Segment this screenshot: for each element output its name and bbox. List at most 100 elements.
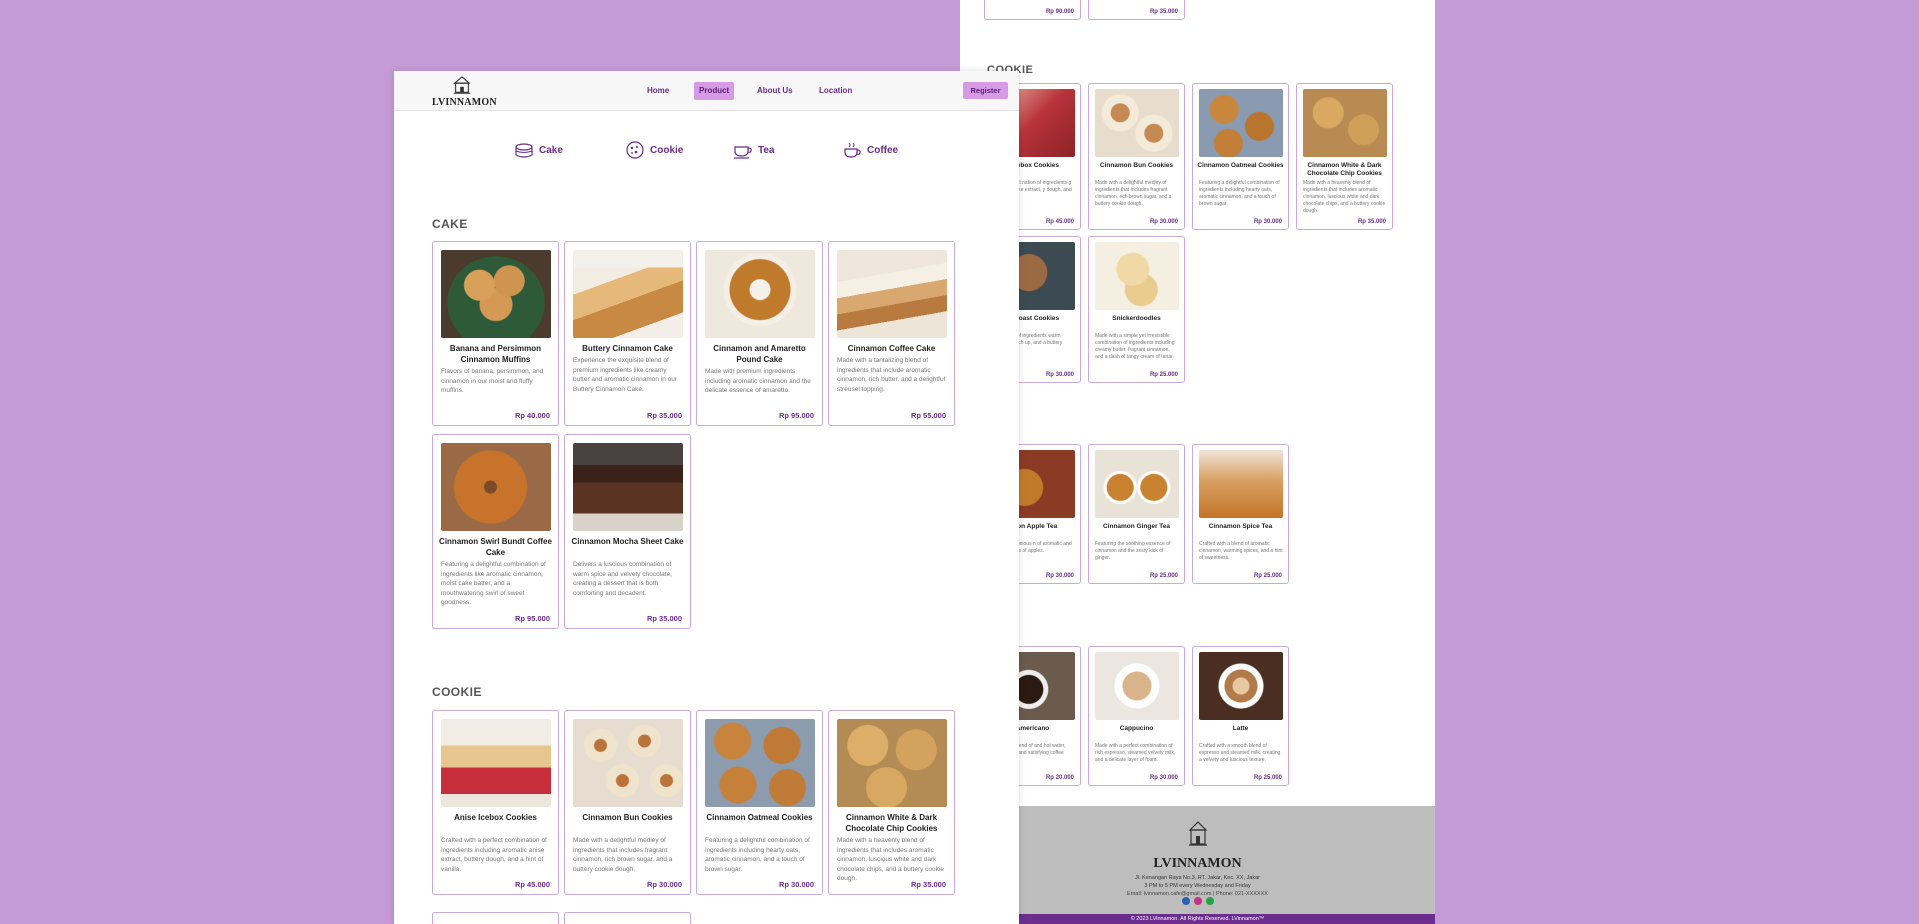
product-image (1199, 652, 1283, 720)
whatsapp-icon[interactable] (1206, 897, 1214, 905)
product-card[interactable]: Cinnamon Swirl Bundt Coffee Cake Featuri… (432, 434, 559, 629)
category-label: Coffee (867, 144, 899, 156)
product-card-partial[interactable] (564, 912, 691, 924)
product-image (1095, 242, 1179, 310)
product-name: Cinnamon Mocha Sheet Cake (571, 537, 684, 546)
category-label: Tea (758, 144, 775, 156)
cake-card-partial[interactable]: Rp 90.000 (984, 0, 1081, 20)
product-desc: Delivers a luscious combination of warm … (573, 561, 672, 597)
product-card[interactable]: Cinnamon White & Dark Chocolate Chip Coo… (1296, 83, 1393, 230)
instagram-icon[interactable] (1194, 897, 1202, 905)
product-price: Rp 30.000 (1149, 775, 1178, 781)
footer-copyright: © 2023 LVinnamon. All Rights Reserved. L… (960, 914, 1435, 924)
cake-icon (515, 143, 533, 158)
product-name: Cinnamon Bun Cookies (582, 813, 673, 822)
product-card[interactable]: Cappucino Made with a perfect combinatio… (1088, 646, 1185, 786)
section-title-cookie: COOKIE (432, 685, 482, 699)
product-price: Rp 45.000 (1045, 219, 1074, 225)
product-price: Rp 35.000 (646, 411, 682, 420)
nav-location[interactable]: Location (814, 82, 857, 100)
product-card[interactable]: Cinnamon Bun Cookies Made with a delight… (1088, 83, 1185, 230)
product-name: Cinnamon Ginger Tea (1102, 523, 1171, 530)
product-name: Cinnamon White & Dark Chocolate Chip Coo… (1307, 162, 1382, 177)
register-button[interactable]: Register (963, 82, 1008, 99)
cake-card-partial[interactable]: Rp 35.000 (1088, 0, 1185, 20)
product-name: Latte (1232, 725, 1249, 732)
product-image (441, 443, 551, 531)
product-desc: Made with a delightful medley of ingredi… (573, 837, 673, 873)
footer-hours: 3 PM to 5 PM every Wednesday and Friday (1144, 883, 1251, 889)
product-card[interactable]: Cinnamon Spice Tea Crafted with a blend … (1192, 444, 1289, 584)
product-desc: Made with a simple yet irresistible comb… (1095, 333, 1175, 360)
product-name: Anise Icebox Cookies (454, 813, 537, 822)
product-price: Rp 30.000 (1149, 219, 1178, 225)
product-card[interactable]: Latte Crafted with a smooth blend of esp… (1192, 646, 1289, 786)
product-image (1095, 652, 1179, 720)
product-image (1095, 450, 1179, 518)
nav-about-us[interactable]: About Us (752, 82, 798, 100)
product-price: Rp 45.000 (514, 880, 550, 889)
brand-logo[interactable]: LVINNAMON (432, 74, 497, 108)
product-card[interactable]: Cinnamon Mocha Sheet Cake Delivers a lus… (564, 434, 691, 629)
product-desc: Featuring a delightful combination of in… (705, 837, 810, 873)
product-image (705, 250, 815, 338)
nav-product[interactable]: Product (694, 82, 735, 100)
price: Rp 35.000 (1149, 9, 1178, 15)
cookie-icon (626, 141, 644, 159)
footer-brand: LVINNAMON (1153, 856, 1242, 871)
product-card[interactable]: Banana and Persimmon Cinnamon Muffins Fl… (432, 241, 559, 426)
product-image (573, 719, 683, 807)
product-desc: Flavors of banana, persimmon, and cinnam… (441, 368, 544, 394)
brand-name: LVINNAMON (432, 97, 497, 108)
product-desc: Crafted with a perfect combination of in… (441, 837, 547, 873)
product-card[interactable]: Cinnamon Oatmeal Cookies Featuring a del… (1192, 83, 1289, 230)
product-price: Rp 35.000 (910, 880, 946, 889)
product-image (1199, 450, 1283, 518)
product-price: Rp 30.000 (778, 880, 814, 889)
product-card[interactable]: Snickerdoodles Made with a simple yet ir… (1088, 236, 1185, 383)
product-card[interactable]: Cinnamon Ginger Tea Featuring the soothi… (1088, 444, 1185, 584)
category-cake[interactable]: Cake (513, 138, 563, 162)
coffee-icon (844, 142, 861, 158)
product-desc: Featuring a delightful combination of in… (1199, 180, 1280, 207)
product-name: Cinnamon and Amaretto Pound Cake (713, 344, 806, 364)
category-label: Cookie (650, 144, 684, 156)
product-price: Rp 25.000 (1253, 573, 1282, 579)
product-card[interactable]: Cinnamon Oatmeal Cookies Featuring a del… (696, 710, 823, 895)
product-name: Cinnamon Coffee Cake (847, 344, 936, 353)
product-price: Rp 35.000 (646, 614, 682, 623)
product-price: Rp 35.000 (1357, 219, 1386, 225)
product-price: Rp 20.000 (1045, 775, 1074, 781)
nav-home[interactable]: Home (642, 82, 674, 100)
category-tea[interactable]: Tea (732, 138, 775, 162)
product-card[interactable]: Cinnamon White & Dark Chocolate Chip Coo… (828, 710, 955, 895)
product-price: Rp 30.000 (646, 880, 682, 889)
product-price: Rp 30.000 (1253, 219, 1282, 225)
product-desc: Made with a heavenly blend of ingredient… (1303, 180, 1386, 214)
product-image (573, 443, 683, 531)
facebook-icon[interactable] (1182, 897, 1190, 905)
product-desc: Made with premium ingredients including … (705, 368, 811, 394)
product-card[interactable]: Anise Icebox Cookies Crafted with a perf… (432, 710, 559, 895)
product-card[interactable]: Cinnamon and Amaretto Pound Cake Made wi… (696, 241, 823, 426)
product-name: Buttery Cinnamon Cake (582, 344, 673, 353)
product-name: Snickerdoodles (1112, 315, 1161, 322)
product-name: Cappucino (1119, 725, 1154, 732)
product-image (441, 250, 551, 338)
product-desc: Made with a tantalizing blend of ingredi… (837, 357, 946, 393)
product-image (573, 250, 683, 338)
product-name: Cinnamon Bun Cookies (1099, 162, 1174, 169)
category-cookie[interactable]: Cookie (624, 138, 683, 162)
product-card[interactable]: Buttery Cinnamon Cake Experience the exq… (564, 241, 691, 426)
product-card[interactable]: Cinnamon Coffee Cake Made with a tantali… (828, 241, 955, 426)
product-price: Rp 30.000 (1045, 372, 1074, 378)
product-price: Rp 95.000 (514, 614, 550, 623)
store-logo-icon (1188, 821, 1208, 846)
category-coffee[interactable]: Coffee (841, 138, 898, 162)
product-desc: Featuring a delightful combination of in… (441, 561, 546, 606)
product-desc: Made with a heavenly blend of ingredient… (837, 837, 944, 882)
product-price: Rp 25.000 (1149, 573, 1178, 579)
product-card-partial[interactable] (432, 912, 559, 924)
product-card[interactable]: Cinnamon Bun Cookies Made with a delight… (564, 710, 691, 895)
category-label: Cake (539, 144, 563, 156)
